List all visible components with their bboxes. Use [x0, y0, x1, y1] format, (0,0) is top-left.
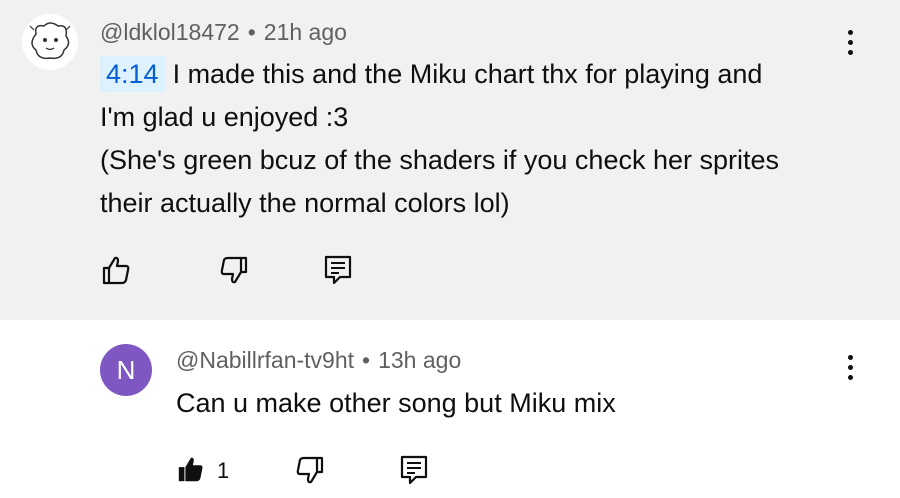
comment-line: 4:14 I made this and the Miku chart thx f… — [100, 53, 779, 96]
meta-separator: • — [362, 347, 371, 373]
thumbs-down-icon — [296, 456, 324, 484]
like-count: 1 — [217, 458, 230, 483]
comment-body: 4:14 I made this and the Miku chart thx f… — [100, 53, 779, 225]
sketch-avatar-icon — [29, 22, 71, 60]
comment-line: Can u make other song but Miku mix — [176, 388, 616, 418]
dislike-button[interactable] — [294, 454, 326, 491]
comment-meta: @ldklol18472 • 21h ago — [100, 19, 347, 46]
thumbs-up-icon — [102, 256, 130, 285]
reply-comment-icon — [324, 255, 352, 285]
comment-line: their actually the normal colors lol) — [100, 188, 510, 218]
avatar[interactable] — [22, 14, 78, 70]
reply-button[interactable] — [323, 254, 353, 291]
thumbs-up-icon — [178, 457, 203, 482]
reply-comment-icon — [400, 455, 428, 485]
comment-meta: @Nabillrfan-tv9ht • 13h ago — [176, 347, 461, 374]
like-button[interactable] — [100, 254, 132, 291]
timestamp-link[interactable]: 4:14 — [100, 56, 165, 92]
comment-time[interactable]: 13h ago — [378, 347, 461, 373]
dislike-button[interactable] — [218, 254, 250, 291]
avatar[interactable]: N — [100, 344, 152, 396]
author-handle[interactable]: @ldklol18472 — [100, 19, 240, 45]
thumbs-down-icon — [220, 256, 248, 284]
author-handle[interactable]: @Nabillrfan-tv9ht — [176, 347, 354, 373]
meta-separator: • — [247, 19, 256, 45]
reply-button[interactable] — [399, 454, 429, 491]
more-vertical-icon[interactable] — [847, 30, 853, 60]
highlighted-comment: @ldklol18472 • 21h ago 4:14 I made this and… — [0, 0, 900, 320]
like-button[interactable] — [176, 454, 206, 489]
comment-time[interactable]: 21h ago — [264, 19, 347, 45]
comment-body: Can u make other song but Miku mix — [176, 382, 616, 425]
comment-line: I'm glad u enjoyed :3 — [100, 102, 349, 132]
more-vertical-icon[interactable] — [847, 355, 853, 385]
comment-line: (She's green bcuz of the shaders if you … — [100, 145, 780, 175]
